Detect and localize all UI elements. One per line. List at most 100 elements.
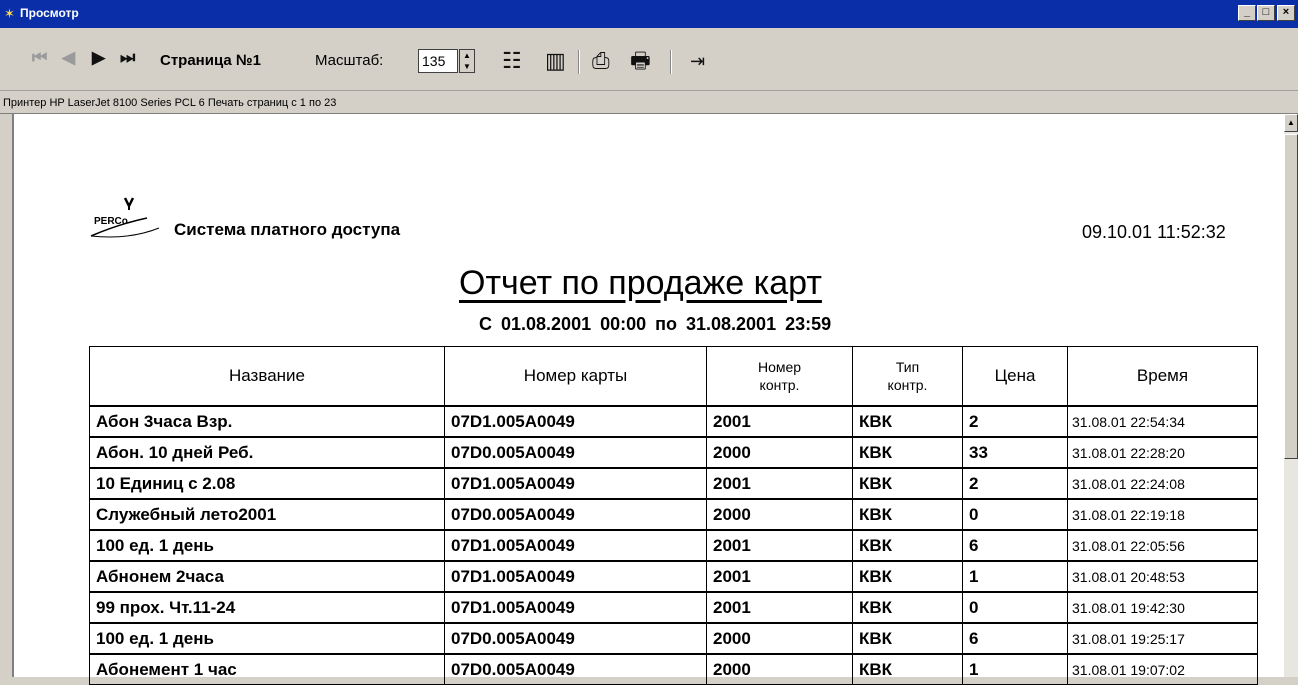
toolbar-separator [578, 50, 580, 74]
app-icon: ✶ [4, 6, 15, 21]
page-setup-icon[interactable]: ☷ [502, 48, 522, 74]
col-header-name: Название [89, 346, 445, 407]
cell-card-number: 07D1.005A0049 [444, 560, 707, 593]
cell-controller-type: КВК [852, 405, 963, 438]
cell-controller-number: 2001 [706, 467, 853, 500]
cell-controller-number: 2001 [706, 405, 853, 438]
status-bar: Принтер HP LaserJet 8100 Series PCL 6 Пе… [0, 92, 1298, 114]
cell-name: 99 прох. Чт.11-24 [89, 591, 445, 624]
title-bar: ✶ Просмотр _ □ × [0, 0, 1298, 28]
exit-icon[interactable]: ⇥ [690, 48, 705, 74]
cell-controller-number: 2000 [706, 653, 853, 685]
cell-name: Абонемент 1 час [89, 653, 445, 685]
table-row: Абонемент 1 час 07D0.005A0049 2000 КВК 1 31.0… [89, 653, 1258, 685]
cell-controller-type: КВК [852, 498, 963, 531]
next-page-icon[interactable]: ▶ [92, 48, 105, 68]
cell-card-number: 07D0.005A0049 [444, 622, 707, 655]
cell-card-number: 07D1.005A0049 [444, 467, 707, 500]
svg-text:PERCo: PERCo [94, 216, 128, 227]
cell-name: Абон. 10 дней Реб. [89, 436, 445, 469]
cell-time: 31.08.01 19:25:17 [1067, 622, 1258, 655]
table-row: 100 ед. 1 день 07D0.005A0049 2000 КВК 6 31.08… [89, 622, 1258, 655]
scroll-up-icon[interactable]: ▲ [1284, 114, 1298, 132]
perco-logo-icon: PERCo [90, 197, 160, 238]
cell-price: 6 [962, 529, 1068, 562]
cell-name: 100 ед. 1 день [89, 622, 445, 655]
cell-controller-type: КВК [852, 467, 963, 500]
cell-card-number: 07D0.005A0049 [444, 498, 707, 531]
company-name: Система платного доступа [174, 220, 401, 239]
col-header-card: Номер карты [444, 346, 707, 407]
cell-time: 31.08.01 22:05:56 [1067, 529, 1258, 562]
last-page-icon[interactable]: ⏭ [120, 48, 135, 68]
cell-time: 31.08.01 22:28:20 [1067, 436, 1258, 469]
cell-time: 31.08.01 20:48:53 [1067, 560, 1258, 593]
report-date-range: С 01.08.2001 00:00 по 31.08.2001 23:59 [479, 314, 832, 334]
first-page-icon[interactable]: ⏮ [32, 48, 47, 68]
cell-time: 31.08.01 19:42:30 [1067, 591, 1258, 624]
cell-controller-number: 2001 [706, 560, 853, 593]
zoom-input[interactable]: 135 [418, 49, 458, 73]
cell-name: 10 Единиц с 2.08 [89, 467, 445, 500]
col-header-time: Время [1067, 346, 1258, 407]
cell-price: 1 [962, 653, 1068, 685]
table-row: 99 прох. Чт.11-24 07D1.005A0049 2001 КВК 0 31… [89, 591, 1258, 624]
cell-controller-type: КВК [852, 653, 963, 685]
maximize-button[interactable]: □ [1257, 5, 1275, 21]
scroll-thumb[interactable] [1284, 134, 1298, 459]
report-title: Отчет по продаже карт [459, 264, 822, 302]
table-row: Служебный лето2001 07D0.005A0049 2000 КВК 0 3… [89, 498, 1258, 531]
cell-time: 31.08.01 22:24:08 [1067, 467, 1258, 500]
cell-time: 31.08.01 22:54:34 [1067, 405, 1258, 438]
cell-price: 2 [962, 405, 1068, 438]
print-icon[interactable]: 🖶 [630, 48, 651, 74]
report-page: PERCo Система платного доступа 09.10.01 … [12, 114, 1286, 685]
cell-controller-number: 2001 [706, 591, 853, 624]
cell-price: 0 [962, 498, 1068, 531]
cell-time: 31.08.01 22:19:18 [1067, 498, 1258, 531]
cell-price: 0 [962, 591, 1068, 624]
cell-name: Служебный лето2001 [89, 498, 445, 531]
cell-controller-number: 2000 [706, 498, 853, 531]
cell-controller-type: КВК [852, 436, 963, 469]
table-header-row: Название Номер карты Номер контр. Тип ко… [89, 346, 1258, 407]
close-button[interactable]: × [1277, 5, 1295, 21]
cell-controller-number: 2000 [706, 436, 853, 469]
cell-card-number: 07D1.005A0049 [444, 529, 707, 562]
table-body: Абон 3часа Взр. 07D1.005A0049 2001 КВК 2 31.0… [89, 405, 1258, 685]
cell-controller-type: КВК [852, 560, 963, 593]
cell-time: 31.08.01 19:07:02 [1067, 653, 1258, 685]
vertical-scrollbar[interactable]: ▲ [1284, 114, 1298, 677]
table-row: 100 ед. 1 день 07D1.005A0049 2001 КВК 6 31.08… [89, 529, 1258, 562]
prev-page-icon[interactable]: ◀ [62, 48, 75, 68]
table-row: 10 Единиц с 2.08 07D1.005A0049 2001 КВК 2 31.… [89, 467, 1258, 500]
cell-controller-type: КВК [852, 622, 963, 655]
cell-name: Абнонем 2часа [89, 560, 445, 593]
cell-card-number: 07D1.005A0049 [444, 591, 707, 624]
table-row: Абон 3часа Взр. 07D1.005A0049 2001 КВК 2 31.0… [89, 405, 1258, 438]
cell-price: 2 [962, 467, 1068, 500]
report-datetime: 09.10.01 11:52:32 [1082, 222, 1226, 242]
spin-up-icon[interactable]: ▲ [460, 50, 474, 61]
col-header-controller-no: Номер контр. [706, 346, 853, 407]
columns-icon[interactable]: ▥ [545, 48, 566, 74]
page-label: Страница №1 [160, 52, 261, 69]
cell-card-number: 07D1.005A0049 [444, 405, 707, 438]
spin-down-icon[interactable]: ▼ [460, 61, 474, 72]
cell-name: 100 ед. 1 день [89, 529, 445, 562]
col-header-controller-type: Тип контр. [852, 346, 963, 407]
cell-controller-number: 2001 [706, 529, 853, 562]
cell-card-number: 07D0.005A0049 [444, 436, 707, 469]
cell-controller-type: КВК [852, 529, 963, 562]
cell-card-number: 07D0.005A0049 [444, 653, 707, 685]
cell-name: Абон 3часа Взр. [89, 405, 445, 438]
table-row: Абнонем 2часа 07D1.005A0049 2001 КВК 1 31.08.… [89, 560, 1258, 593]
cell-price: 1 [962, 560, 1068, 593]
printer-setup-icon[interactable]: ⎙ [592, 48, 610, 74]
zoom-stepper[interactable]: ▲ ▼ [459, 49, 475, 73]
minimize-button[interactable]: _ [1238, 5, 1256, 21]
sales-table: Название Номер карты Номер контр. Тип ко… [89, 346, 1258, 685]
cell-controller-type: КВК [852, 591, 963, 624]
table-row: Абон. 10 дней Реб. 07D0.005A0049 2000 КВК 33… [89, 436, 1258, 469]
zoom-label: Масштаб: [315, 52, 384, 69]
